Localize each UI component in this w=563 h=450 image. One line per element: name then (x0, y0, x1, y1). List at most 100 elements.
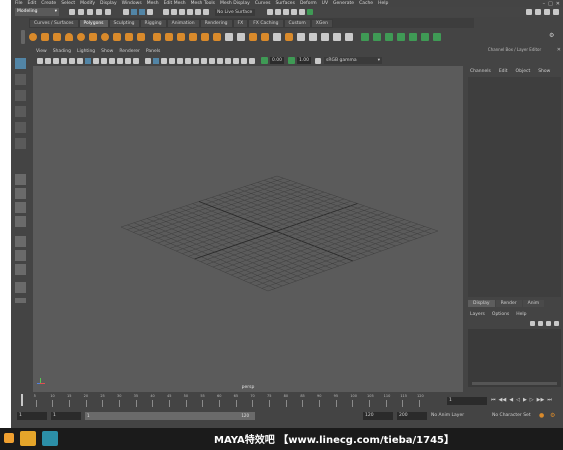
insert-edge-loop-icon[interactable] (297, 33, 305, 41)
layer-editor-menu-item[interactable]: Help (516, 312, 526, 317)
2d-pan-zoom-icon[interactable] (69, 57, 75, 64)
app-icon-maya[interactable] (42, 431, 58, 446)
menu-item[interactable]: Mesh Tools (191, 1, 215, 6)
channel-box-menu-item[interactable]: Object (516, 69, 531, 74)
poly-pyramid-icon[interactable] (125, 33, 133, 41)
poly-cone-icon[interactable] (65, 33, 73, 41)
snap-grid-icon[interactable] (163, 9, 169, 15)
depth-of-field-icon[interactable] (217, 57, 223, 64)
snap-surface-icon[interactable] (195, 9, 201, 15)
snap-curve-icon[interactable] (171, 9, 177, 15)
animation-start-field[interactable]: 1 (17, 412, 47, 420)
image-plane-icon[interactable] (61, 57, 67, 64)
undo-icon[interactable] (96, 9, 102, 15)
snap-point-icon[interactable] (179, 9, 185, 15)
save-scene-icon[interactable] (87, 9, 93, 15)
layer-editor-tab[interactable]: Display (468, 300, 495, 307)
open-scene-icon[interactable] (78, 9, 84, 15)
ambient-occlusion-icon[interactable] (193, 57, 199, 64)
wireframe-on-shaded-icon[interactable] (161, 57, 167, 64)
select-tool-icon[interactable] (15, 58, 26, 69)
new-layer-icon[interactable] (546, 321, 551, 326)
target-weld-icon[interactable] (237, 33, 245, 41)
step-back-key-icon[interactable]: ◀◀ (499, 397, 507, 403)
play-backwards-icon[interactable]: ◁ (516, 397, 520, 403)
viewport-menu-item[interactable]: View (36, 49, 47, 54)
automatic-map-icon[interactable] (373, 33, 381, 41)
step-back-frame-icon[interactable]: ◀ (509, 397, 513, 403)
gamma-icon[interactable] (288, 57, 295, 64)
rotate-tool-icon[interactable] (15, 122, 26, 133)
menu-item[interactable]: Modify (80, 1, 95, 6)
menu-item[interactable]: Help (378, 1, 388, 6)
maximize-icon[interactable]: □ (548, 1, 553, 7)
offset-edge-loop-icon[interactable] (309, 33, 317, 41)
single-view-icon[interactable] (15, 174, 26, 185)
more-layouts-icon[interactable] (15, 298, 26, 303)
gamma-field[interactable]: 1.00 (297, 57, 311, 64)
grid-toggle-icon[interactable] (85, 57, 91, 64)
bookmark-icon[interactable] (53, 57, 59, 64)
start-icon[interactable] (4, 433, 14, 443)
perspective-viewport[interactable]: persp (33, 66, 463, 392)
viewport-menu-item[interactable]: Lighting (77, 49, 95, 54)
layer-scrollbar[interactable] (472, 382, 557, 385)
poly-sphere-icon[interactable] (29, 33, 37, 41)
shelf-tab[interactable]: Custom (283, 18, 311, 28)
hypershade-layout-icon[interactable] (15, 282, 26, 293)
smooth-shade-icon[interactable] (153, 57, 159, 64)
poly-disc-icon[interactable] (101, 33, 109, 41)
gate-mask-icon[interactable] (109, 57, 115, 64)
resolution-gate-icon[interactable] (101, 57, 107, 64)
mirror-icon[interactable] (201, 33, 209, 41)
menu-item[interactable]: Generate (333, 1, 354, 6)
shelf-tab[interactable]: Curves / Surfaces (29, 18, 79, 28)
make-live-icon[interactable] (203, 9, 209, 15)
spherical-map-icon[interactable] (397, 33, 405, 41)
shelf-tab[interactable]: FX (232, 18, 249, 28)
select-component-icon[interactable] (139, 9, 145, 15)
xray-components-icon[interactable] (249, 57, 255, 64)
shelf-tab[interactable]: FX Caching (248, 18, 284, 28)
bridge-icon[interactable] (261, 33, 269, 41)
shelf-tab[interactable]: Polygons (78, 18, 109, 28)
current-time-indicator[interactable] (21, 394, 23, 406)
render-icon[interactable] (275, 9, 281, 15)
menu-item[interactable]: Create (41, 1, 56, 6)
view-transform-select[interactable]: sRGB gamma ▾ (324, 57, 382, 64)
xray-joints-icon[interactable] (241, 57, 247, 64)
select-camera-icon[interactable] (37, 57, 43, 64)
shelf-tab[interactable]: Animation (166, 18, 200, 28)
exposure-field[interactable]: 0.00 (270, 57, 284, 64)
move-layer-up-icon[interactable] (530, 321, 535, 326)
exposure-icon[interactable] (261, 57, 268, 64)
modeling-toolkit-icon[interactable] (307, 9, 313, 15)
step-forward-key-icon[interactable]: ▶▶ (537, 397, 545, 403)
channel-list[interactable] (468, 77, 561, 297)
layout-icon[interactable] (15, 250, 26, 261)
use-lights-icon[interactable] (177, 57, 183, 64)
layer-editor-tab[interactable]: Render (495, 300, 522, 307)
menu-item[interactable]: Cache (359, 1, 373, 6)
textured-icon[interactable] (169, 57, 175, 64)
menu-item[interactable]: Curves (255, 1, 271, 6)
ipr-render-icon[interactable] (283, 9, 289, 15)
snap-view-icon[interactable] (187, 9, 193, 15)
minimize-icon[interactable]: – (543, 1, 546, 7)
viewport-menu-item[interactable]: Show (101, 49, 113, 54)
grease-pencil-icon[interactable] (77, 57, 83, 64)
tool-settings-icon[interactable] (544, 9, 550, 15)
menu-item[interactable]: Windows (122, 1, 142, 6)
viewport-menu-item[interactable]: Panels (146, 49, 160, 54)
menu-item[interactable]: Select (61, 1, 75, 6)
poly-torus-icon[interactable] (77, 33, 85, 41)
menu-item[interactable]: UV (322, 1, 328, 6)
multi-cut-icon[interactable] (225, 33, 233, 41)
xray-icon[interactable] (233, 57, 239, 64)
go-to-end-icon[interactable]: ⏭ (547, 397, 552, 403)
viewport-menu-item[interactable]: Shading (53, 49, 71, 54)
current-frame-field[interactable]: 1 (447, 397, 487, 405)
boolean-icon[interactable] (189, 33, 197, 41)
menu-item[interactable]: Mesh Display (220, 1, 250, 6)
shelf-tab[interactable]: Sculpting (108, 18, 140, 28)
